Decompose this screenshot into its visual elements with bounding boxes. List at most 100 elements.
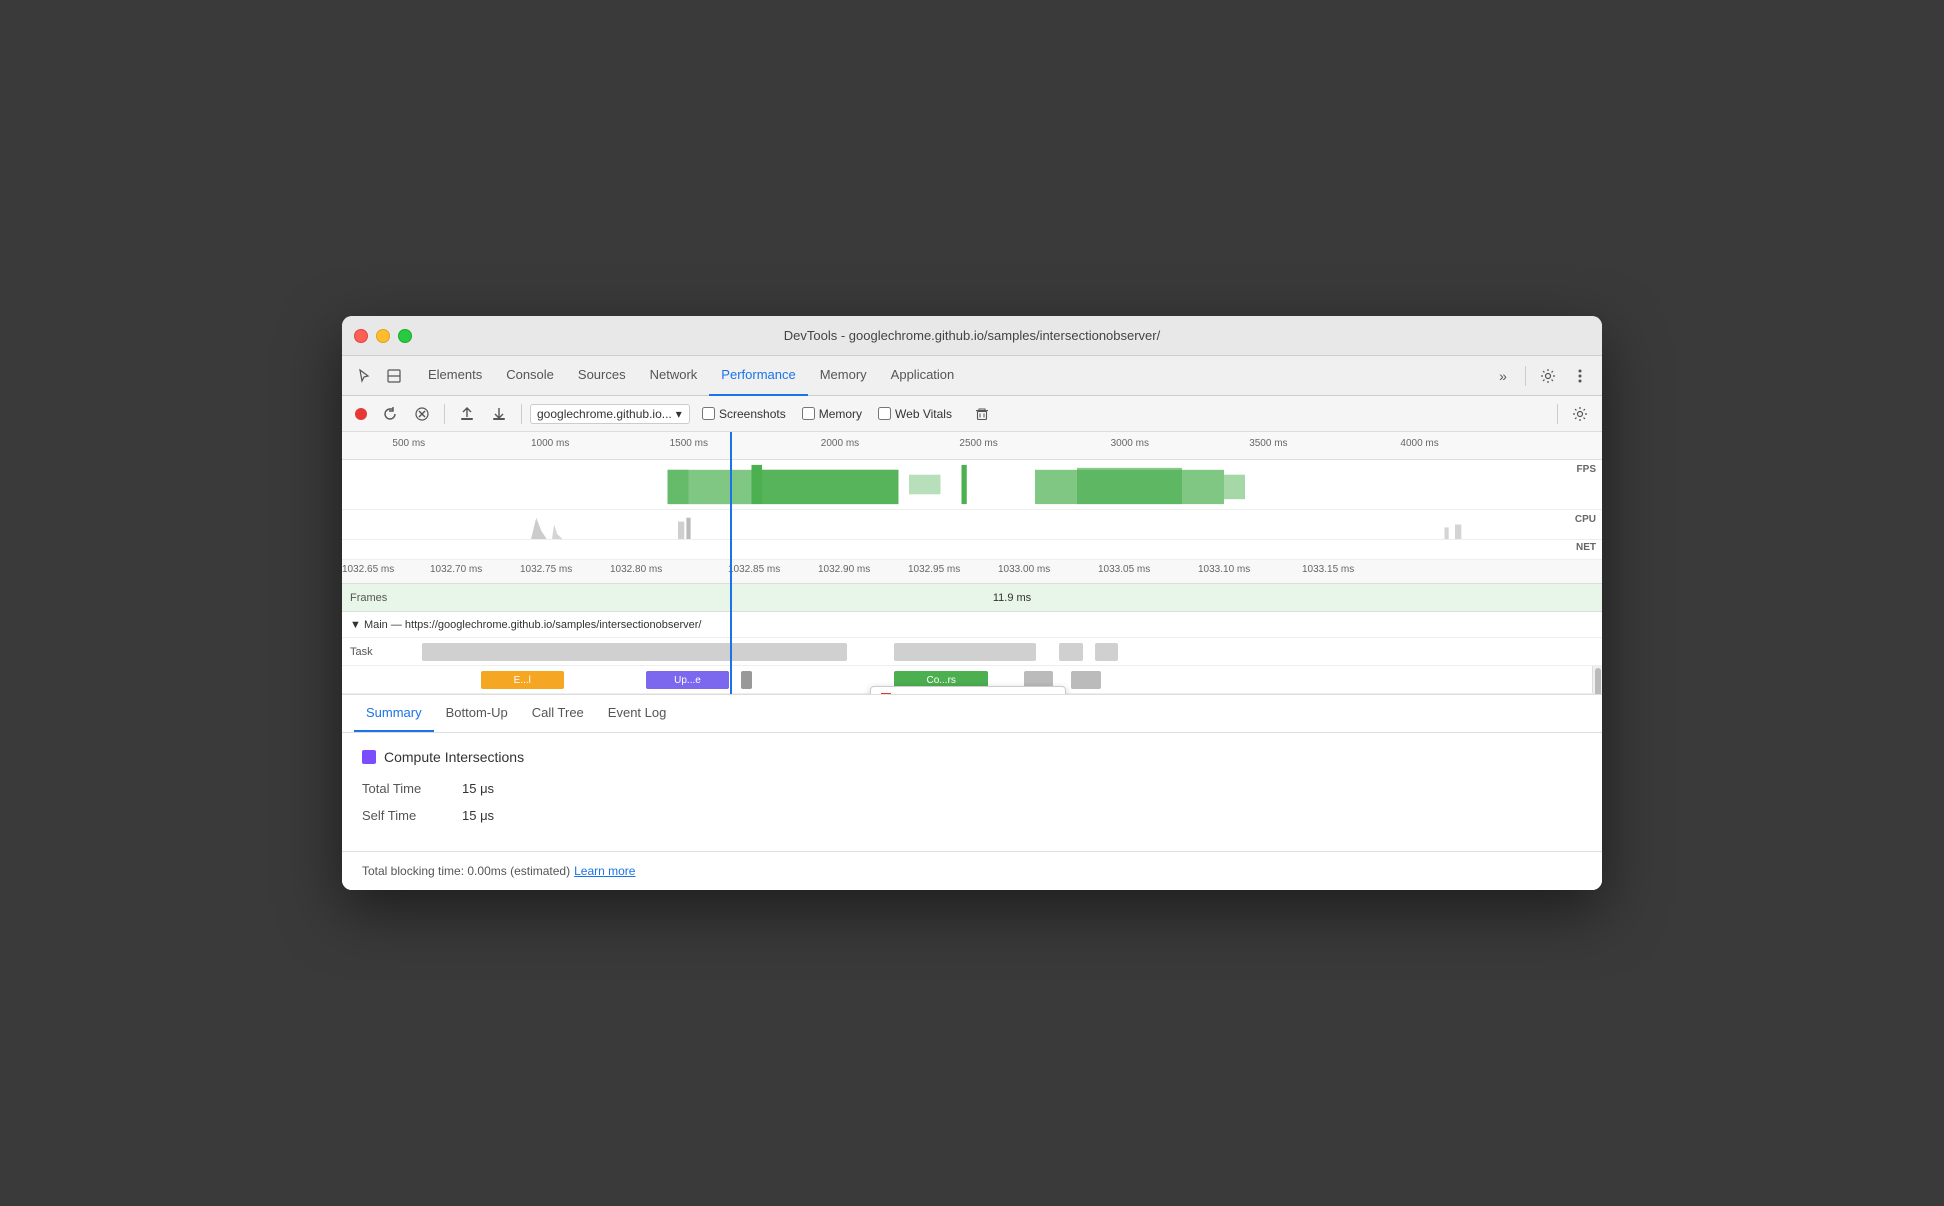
dock-icon[interactable] xyxy=(380,362,408,390)
self-time-label: Self Time xyxy=(362,808,462,823)
cpu-chart-area xyxy=(342,510,1602,539)
summary-event-title: Compute Intersections xyxy=(384,749,524,765)
record-button[interactable] xyxy=(350,403,372,425)
ruler-500: 500 ms xyxy=(392,438,425,449)
tm-8: 1033.05 ms xyxy=(1098,564,1150,575)
ruler-2000: 2000 ms xyxy=(821,438,859,449)
self-time-value: 15 μs xyxy=(462,808,494,823)
toolbar-separator-2 xyxy=(521,404,522,424)
task-bar-3[interactable] xyxy=(1059,643,1083,661)
task-row[interactable]: Task xyxy=(342,638,1602,666)
compute-tooltip: 15 μs Compute Intersections xyxy=(870,686,1066,695)
tab-call-tree[interactable]: Call Tree xyxy=(520,695,596,732)
net-label: NET xyxy=(1576,542,1596,553)
task-label: Task xyxy=(342,646,422,658)
timeline-area[interactable]: 500 ms 1000 ms 1500 ms 2000 ms 2500 ms 3… xyxy=(342,432,1602,695)
func-bar-small1[interactable] xyxy=(741,671,753,689)
url-filter[interactable]: googlechrome.github.io... ▾ xyxy=(530,404,690,424)
cursor-icon[interactable] xyxy=(350,362,378,390)
settings-button[interactable] xyxy=(1534,362,1562,390)
tm-2: 1032.75 ms xyxy=(520,564,572,575)
webvitals-checkbox-label[interactable]: Web Vitals xyxy=(878,407,952,421)
more-tabs-button[interactable]: » xyxy=(1489,362,1517,390)
overview-ruler: 500 ms 1000 ms 1500 ms 2000 ms 2500 ms 3… xyxy=(342,432,1602,460)
screenshots-checkbox-label[interactable]: Screenshots xyxy=(702,407,786,421)
clear-button[interactable] xyxy=(408,400,436,428)
main-thread-row[interactable]: ▼ Main — https://googlechrome.github.io/… xyxy=(342,612,1602,638)
total-time-label: Total Time xyxy=(362,781,462,796)
net-chart-area xyxy=(342,540,1602,559)
toolbar-separator-1 xyxy=(444,404,445,424)
tm-0: 1032.65 ms xyxy=(342,564,394,575)
memory-checkbox[interactable] xyxy=(802,407,815,420)
close-button[interactable] xyxy=(354,329,368,343)
task-bar-4[interactable] xyxy=(1095,643,1119,661)
tooltip-color-box xyxy=(882,694,890,695)
summary-footer: Total blocking time: 0.00ms (estimated) … xyxy=(342,851,1602,890)
cpu-row[interactable]: CPU xyxy=(342,510,1602,540)
ruler-3000: 3000 ms xyxy=(1111,438,1149,449)
upload-button[interactable] xyxy=(453,400,481,428)
frames-content: 11.9 ms xyxy=(422,592,1602,604)
tab-bar: Elements Console Sources Network Perform… xyxy=(342,356,1602,396)
total-time-row: Total Time 15 μs xyxy=(362,781,1582,796)
maximize-button[interactable] xyxy=(398,329,412,343)
tab-memory[interactable]: Memory xyxy=(808,356,879,396)
tm-1: 1032.70 ms xyxy=(430,564,482,575)
ruler-3500: 3500 ms xyxy=(1249,438,1287,449)
task-bar-2[interactable] xyxy=(894,643,1036,661)
reload-button[interactable] xyxy=(376,400,404,428)
tab-sources[interactable]: Sources xyxy=(566,356,638,396)
fps-bar-area xyxy=(342,460,1602,509)
toolbar-checkboxes: Screenshots Memory Web Vitals xyxy=(702,400,996,428)
func-bar-eval[interactable]: E...l xyxy=(481,671,564,689)
main-thread-label: ▼ Main — https://googlechrome.github.io/… xyxy=(342,619,1602,631)
tab-bar-icons xyxy=(350,362,408,390)
frames-row[interactable]: Frames 11.9 ms xyxy=(342,584,1602,612)
tab-elements[interactable]: Elements xyxy=(416,356,494,396)
tab-application[interactable]: Application xyxy=(879,356,967,396)
timeline-scrollbar[interactable] xyxy=(1592,666,1602,693)
toolbar-separator-3 xyxy=(1557,404,1558,424)
more-options-button[interactable] xyxy=(1566,362,1594,390)
webvitals-checkbox[interactable] xyxy=(878,407,891,420)
memory-checkbox-label[interactable]: Memory xyxy=(802,407,862,421)
func-row[interactable]: E...l Up...e Co...rs 15 μs xyxy=(342,666,1602,694)
toolbar-settings-button[interactable] xyxy=(1566,400,1594,428)
tm-10: 1033.15 ms xyxy=(1302,564,1354,575)
ruler-2500: 2500 ms xyxy=(959,438,997,449)
summary-tabs: Summary Bottom-Up Call Tree Event Log xyxy=(342,695,1602,733)
toolbar: googlechrome.github.io... ▾ Screenshots … xyxy=(342,396,1602,432)
tab-console[interactable]: Console xyxy=(494,356,566,396)
scrollbar-thumb[interactable] xyxy=(1595,668,1601,695)
tab-summary[interactable]: Summary xyxy=(354,695,434,732)
tab-event-log[interactable]: Event Log xyxy=(596,695,679,732)
tooltip-indicator xyxy=(881,693,891,695)
tab-performance[interactable]: Performance xyxy=(709,356,807,396)
func-bar-small3[interactable] xyxy=(1071,671,1101,689)
time-markers-row: 1032.65 ms 1032.70 ms 1032.75 ms 1032.80… xyxy=(342,560,1602,584)
learn-more-link[interactable]: Learn more xyxy=(574,864,635,878)
frame-duration: 11.9 ms xyxy=(993,592,1031,604)
tab-bottom-up[interactable]: Bottom-Up xyxy=(434,695,520,732)
func-bar-update[interactable]: Up...e xyxy=(646,671,729,689)
tm-6: 1032.95 ms xyxy=(908,564,960,575)
ruler-1500: 1500 ms xyxy=(670,438,708,449)
tab-network[interactable]: Network xyxy=(638,356,710,396)
delete-recording-button[interactable] xyxy=(968,400,996,428)
fps-row[interactable]: FPS xyxy=(342,460,1602,510)
ruler-1000: 1000 ms xyxy=(531,438,569,449)
frames-label: Frames xyxy=(342,592,422,604)
tm-4: 1032.85 ms xyxy=(728,564,780,575)
title-bar: DevTools - googlechrome.github.io/sample… xyxy=(342,316,1602,356)
download-button[interactable] xyxy=(485,400,513,428)
screenshots-checkbox[interactable] xyxy=(702,407,715,420)
tab-bar-end: » xyxy=(1489,362,1594,390)
tm-5: 1032.90 ms xyxy=(818,564,870,575)
minimize-button[interactable] xyxy=(376,329,390,343)
window-title: DevTools - googlechrome.github.io/sample… xyxy=(784,328,1160,343)
summary-title-row: Compute Intersections xyxy=(362,749,1582,765)
task-bar-1[interactable] xyxy=(422,643,847,661)
summary-color-indicator xyxy=(362,750,376,764)
net-row[interactable]: NET xyxy=(342,540,1602,560)
